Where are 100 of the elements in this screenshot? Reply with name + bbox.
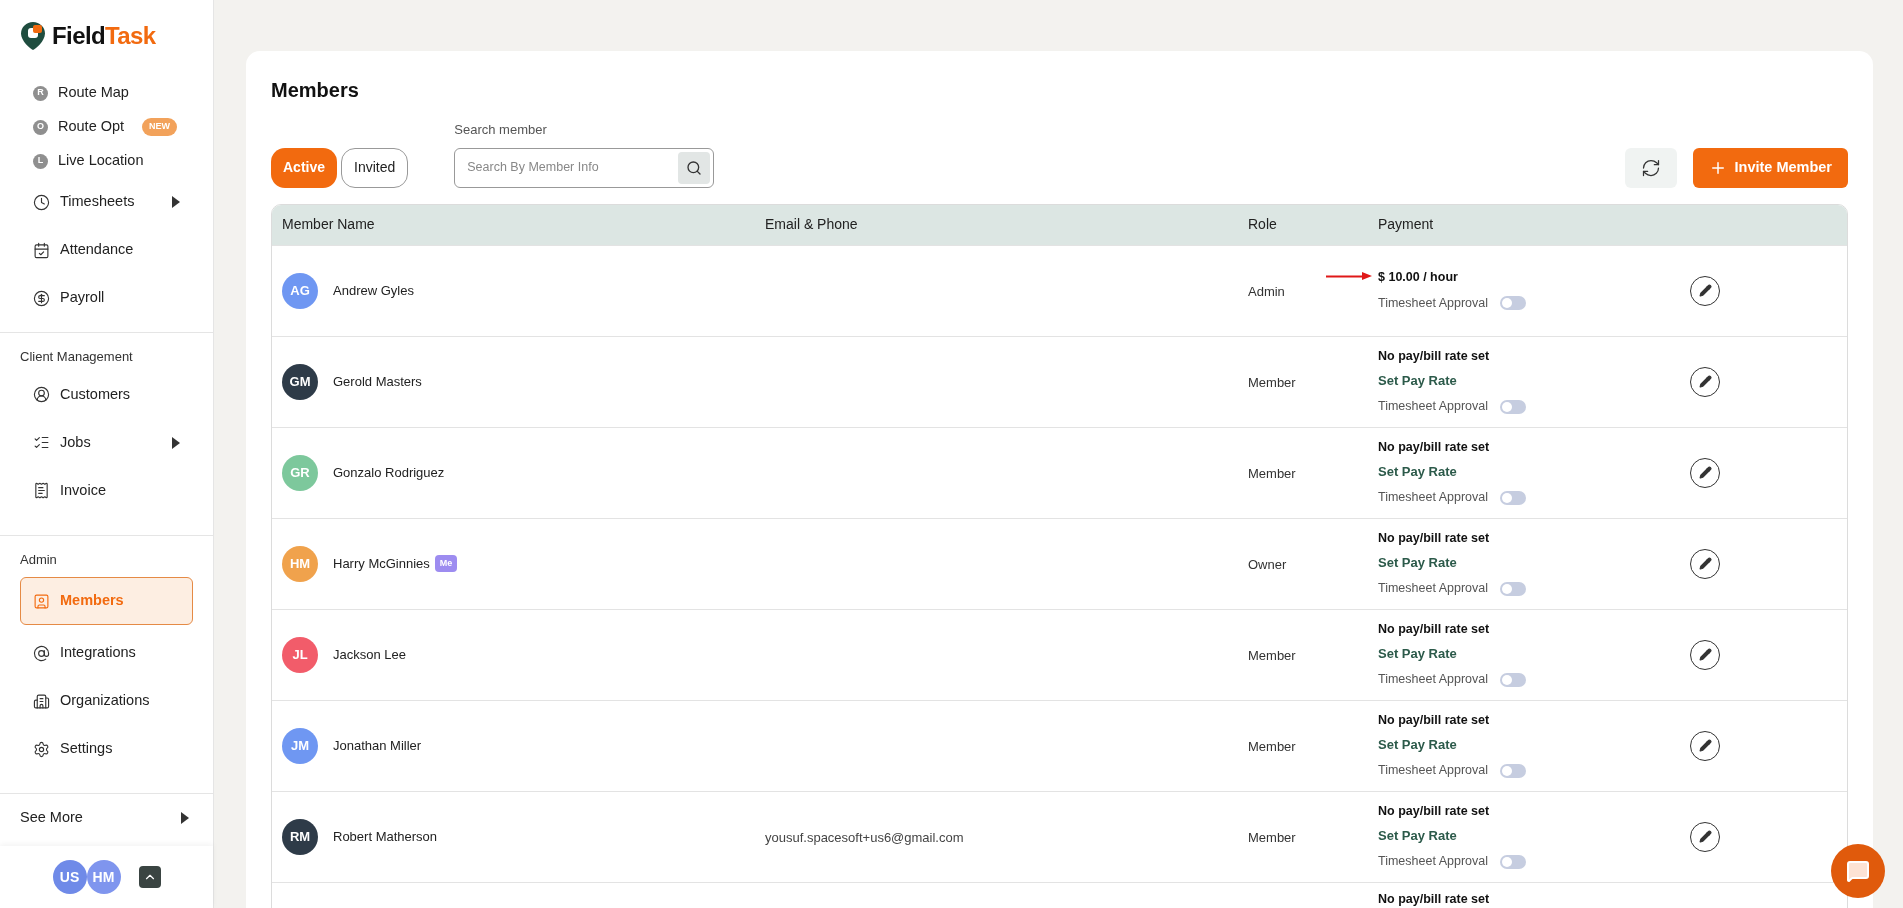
payment-rate: No pay/bill rate set — [1378, 621, 1491, 638]
search-field[interactable]: Search By Member Info — [454, 147, 715, 188]
brand-name: FieldTask — [52, 21, 156, 51]
member-role: Member — [1248, 829, 1296, 845]
column-header: Payment — [1378, 215, 1435, 234]
refresh-button[interactable] — [1624, 147, 1677, 188]
caret-icon — [172, 196, 180, 208]
timesheet-approval-toggle[interactable] — [1500, 763, 1526, 778]
me-badge: Me — [434, 554, 458, 573]
member-name: Andrew Gyles — [333, 281, 414, 300]
receipt-icon — [33, 482, 50, 499]
timesheet-approval-toggle[interactable] — [1500, 490, 1526, 505]
member-name: Jonathan Miller — [333, 736, 422, 755]
nav-item[interactable]: Timesheets — [20, 178, 193, 226]
search-icon — [686, 159, 703, 176]
search-input[interactable]: Search By Member Info — [467, 158, 679, 177]
pencil-icon — [1698, 830, 1712, 843]
nav-item[interactable]: Attendance — [20, 226, 193, 274]
pencil-icon — [1698, 284, 1712, 297]
new-badge: NEW — [142, 118, 178, 136]
member-name: Robert Matherson — [333, 827, 438, 846]
timesheet-approval-toggle[interactable] — [1500, 581, 1526, 596]
page-title: Members — [271, 78, 360, 103]
member-role: Member — [1248, 465, 1296, 481]
payment-rate: No pay/bill rate set — [1378, 803, 1491, 820]
member-avatar: RM — [282, 818, 318, 855]
pencil-icon — [1698, 648, 1712, 661]
nav-item[interactable]: Jobs — [20, 418, 193, 467]
caret-icon — [172, 436, 180, 449]
member-role: Member — [1248, 374, 1296, 390]
member-avatar: AG — [282, 272, 318, 309]
column-header: Member Name — [281, 215, 376, 234]
refresh-icon — [1640, 157, 1661, 178]
member-avatar: HM — [282, 545, 318, 582]
settings-icon — [33, 740, 50, 758]
member-name: Jackson Lee — [333, 645, 406, 664]
status-tab[interactable]: Invited — [341, 147, 409, 188]
nav-item[interactable]: Settings — [20, 725, 193, 773]
toggle-label: Timesheet Approval — [1378, 853, 1488, 871]
timesheet-approval-toggle[interactable] — [1500, 399, 1526, 414]
pencil-icon — [1698, 375, 1712, 388]
set-pay-rate-link[interactable]: Set Pay Rate — [1378, 552, 1690, 573]
nav-item[interactable]: O Route Opt NEW — [20, 110, 193, 144]
payment-note: No pay/bill rate set — [1378, 891, 1490, 906]
member-role: Member — [1248, 738, 1296, 754]
nav-item[interactable]: Organizations — [20, 677, 193, 725]
collapse-button[interactable] — [138, 866, 161, 888]
checklist-icon — [33, 434, 50, 451]
calendar-icon — [33, 241, 50, 259]
timesheet-approval-toggle[interactable] — [1500, 672, 1526, 687]
member-avatar: JM — [282, 727, 318, 764]
timesheet-approval-toggle[interactable] — [1500, 296, 1526, 311]
payment-rate: No pay/bill rate set — [1378, 439, 1491, 456]
member-role: Owner — [1248, 556, 1287, 572]
clock-icon — [33, 193, 50, 211]
toggle-label: Timesheet Approval — [1378, 580, 1488, 598]
nav-item[interactable]: L Live Location — [20, 144, 193, 178]
set-pay-rate-link[interactable]: Set Pay Rate — [1378, 734, 1690, 755]
map-pin-logo-icon — [20, 21, 46, 51]
letter-icon: R — [33, 85, 48, 101]
letter-icon: L — [33, 153, 48, 169]
payment-rate: No pay/bill rate set — [1378, 530, 1491, 547]
nav-item[interactable]: Customers — [20, 370, 193, 419]
search-label: Search member — [454, 121, 548, 139]
pencil-icon — [1698, 557, 1712, 570]
member-avatar: GR — [282, 454, 318, 491]
member-email: yousuf.spacesoft+us6@gmail.com — [765, 829, 964, 845]
column-header: Role — [1248, 215, 1278, 234]
toggle-label: Timesheet Approval — [1378, 295, 1488, 312]
pencil-icon — [1698, 739, 1712, 752]
dollar-icon — [33, 289, 50, 307]
building-icon — [33, 692, 50, 710]
member-role: Admin — [1248, 283, 1285, 299]
toggle-label: Timesheet Approval — [1378, 398, 1488, 416]
caret-icon — [181, 811, 189, 824]
nav-item[interactable]: Integrations — [20, 629, 193, 677]
nav-item[interactable]: R Route Map — [20, 76, 193, 110]
see-more-link[interactable]: See More — [0, 793, 213, 841]
column-header: Email & Phone — [765, 215, 859, 234]
toggle-label: Timesheet Approval — [1378, 671, 1488, 689]
set-pay-rate-link[interactable]: Set Pay Rate — [1378, 825, 1690, 846]
toggle-label: Timesheet Approval — [1378, 489, 1488, 507]
search-button[interactable] — [678, 151, 711, 184]
payment-rate: No pay/bill rate set — [1378, 712, 1491, 729]
nav-item[interactable]: Payroll — [20, 274, 193, 322]
pencil-icon — [1698, 466, 1712, 479]
member-name: Gerold Masters — [333, 372, 422, 391]
chat-icon — [1846, 859, 1870, 883]
set-pay-rate-link[interactable]: Set Pay Rate — [1378, 461, 1690, 482]
letter-icon: O — [33, 119, 48, 135]
set-pay-rate-link[interactable]: Set Pay Rate — [1378, 643, 1690, 664]
timesheet-approval-toggle[interactable] — [1500, 854, 1526, 869]
user-icon — [33, 386, 50, 403]
nav-item[interactable]: Invoice — [20, 466, 193, 515]
payment-rate: No pay/bill rate set — [1378, 348, 1491, 365]
section-label: Client Management — [19, 348, 134, 366]
set-pay-rate-link[interactable]: Set Pay Rate — [1378, 370, 1690, 391]
member-role: Member — [1248, 647, 1296, 663]
member-avatar: JL — [282, 636, 318, 673]
user-icon — [33, 592, 50, 610]
